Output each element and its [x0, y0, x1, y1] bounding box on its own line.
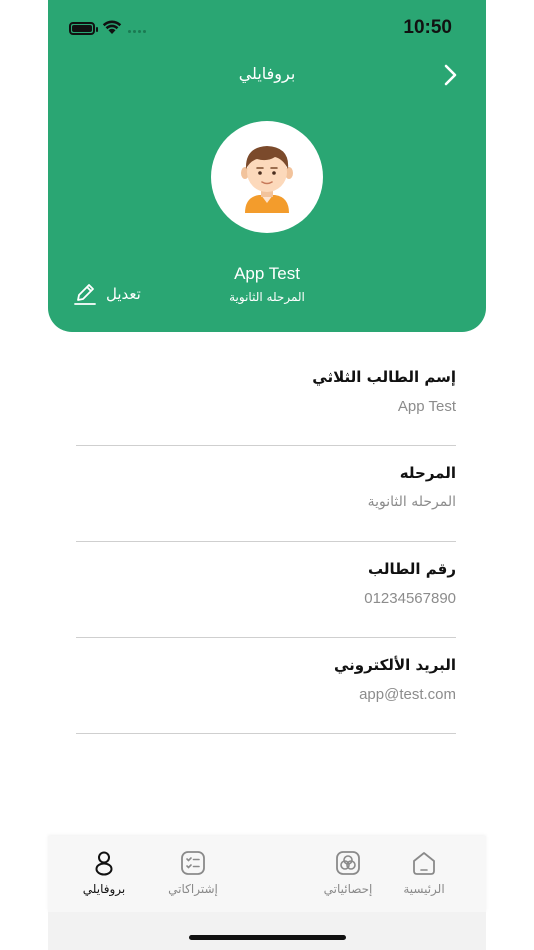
- field-value: app@test.com: [359, 686, 456, 703]
- tab-subscriptions[interactable]: إشتراكاتي: [153, 850, 233, 896]
- field-label: إسم الطالب الثلاثي: [312, 368, 456, 386]
- home-indicator-area: [48, 912, 486, 950]
- checklist-icon: [181, 851, 205, 875]
- tab-statistics[interactable]: إحصائياتي: [308, 850, 388, 896]
- tab-bar: بروفايلي إشتراكاتي إحصائياتي الرئيسية: [48, 836, 486, 912]
- profile-fields: إسم الطالب الثلاثي App Test المرحله المر…: [76, 350, 456, 734]
- status-time: 10:50: [403, 17, 452, 38]
- tab-label: إشتراكاتي: [168, 882, 218, 896]
- chevron-right-icon[interactable]: [440, 63, 460, 87]
- home-icon: [413, 852, 435, 875]
- field-stage: المرحله المرحله الثانوية: [76, 446, 456, 542]
- field-value: App Test: [397, 398, 456, 415]
- field-email: البريد الألكتروني app@test.com: [76, 638, 456, 734]
- edit-label: تعديل: [106, 285, 141, 303]
- tab-label: الرئيسية: [403, 882, 445, 896]
- stats-icon: [336, 851, 360, 875]
- edit-profile-button[interactable]: تعديل: [72, 281, 141, 307]
- field-label: رقم الطالب: [368, 560, 456, 578]
- field-value: 01234567890: [364, 590, 456, 607]
- field-student-number: رقم الطالب 01234567890: [76, 542, 456, 638]
- wifi-icon: [102, 20, 122, 34]
- home-indicator[interactable]: [189, 935, 346, 940]
- field-full-name: إسم الطالب الثلاثي App Test: [76, 350, 456, 446]
- avatar: [211, 121, 323, 233]
- pencil-icon: [74, 284, 96, 305]
- signal-icon: [128, 30, 146, 33]
- status-bar: 10:50: [48, 0, 486, 54]
- tab-label: إحصائياتي: [323, 882, 373, 896]
- field-value: المرحله الثانوية: [367, 494, 456, 510]
- field-label: البريد الألكتروني: [334, 656, 456, 674]
- profile-header: 10:50 بروفايلي App Test المرحله الثانوية…: [48, 0, 486, 332]
- tab-profile[interactable]: بروفايلي: [64, 850, 144, 896]
- user-icon: [95, 851, 113, 876]
- tab-home[interactable]: الرئيسية: [384, 850, 464, 896]
- battery-icon: [69, 22, 98, 35]
- field-label: المرحله: [399, 464, 456, 482]
- page-title: بروفايلي: [238, 64, 296, 83]
- boy-avatar-icon: [241, 146, 293, 213]
- tab-label: بروفايلي: [82, 882, 126, 896]
